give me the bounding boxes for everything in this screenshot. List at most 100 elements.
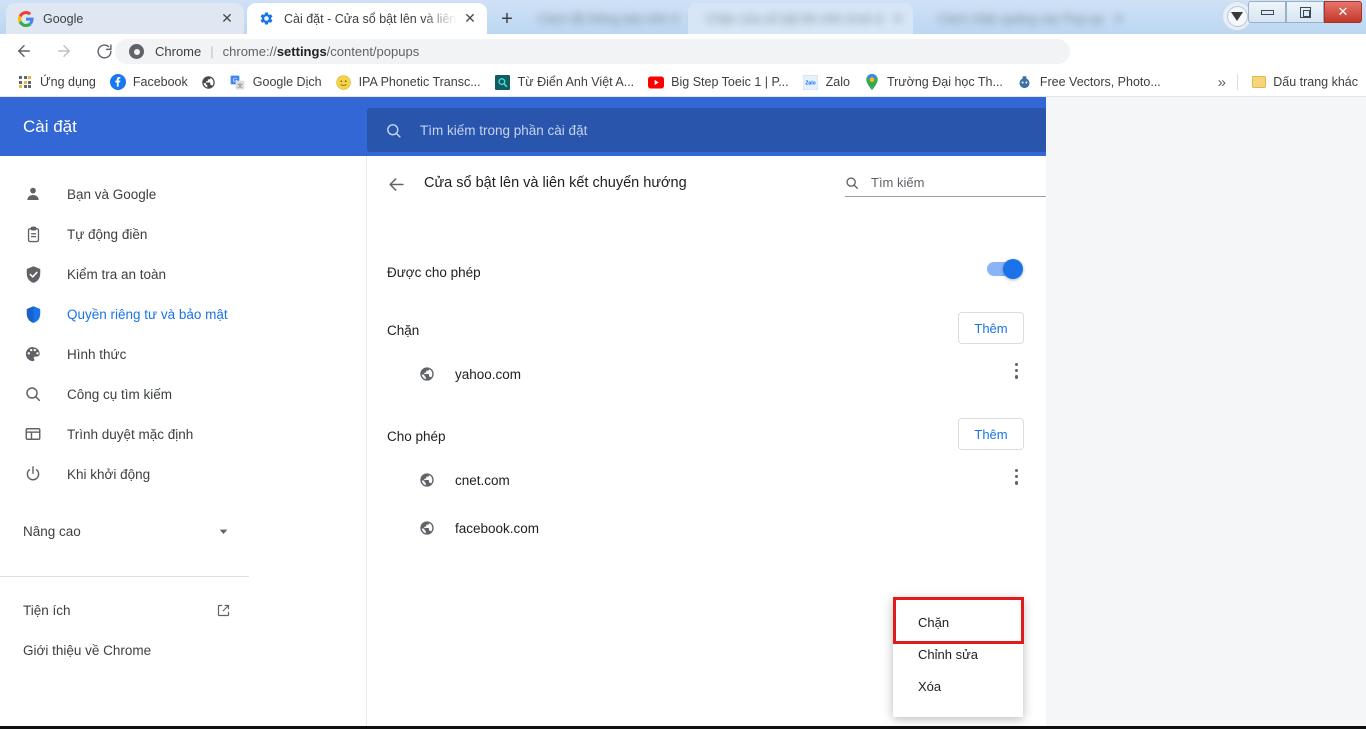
search-icon: [23, 384, 43, 404]
bookmark-dictionary[interactable]: Từ Điển Anh Việt A...: [488, 71, 642, 93]
allowed-toggle-switch[interactable]: [987, 259, 1023, 279]
sidebar-item-label: Khi khởi động: [67, 466, 151, 482]
close-button[interactable]: ✕: [1324, 1, 1362, 23]
detail-search-input[interactable]: Tìm kiếm: [845, 175, 1050, 197]
shield-icon: [23, 304, 43, 324]
back-arrow-icon[interactable]: [7, 34, 41, 68]
maximize-button[interactable]: [1286, 1, 1324, 23]
toggle-knob: [1003, 259, 1023, 279]
close-icon[interactable]: ✕: [218, 10, 236, 28]
bookmark-label: Free Vectors, Photo...: [1039, 75, 1161, 89]
site-name: cnet.com: [455, 472, 510, 488]
browser-tab-google[interactable]: Google ✕: [6, 3, 244, 34]
search-icon: [845, 176, 859, 190]
site-name: yahoo.com: [455, 366, 522, 382]
page-background-right: [1046, 97, 1366, 729]
google-icon: [18, 10, 34, 27]
close-icon[interactable]: ✕: [461, 10, 479, 28]
bookmark-ipa[interactable]: IPA Phonetic Transc...: [329, 71, 488, 93]
bookmark-label: Từ Điển Anh Việt A...: [517, 75, 635, 89]
sidebar-item-about-chrome[interactable]: Giới thiệu về Chrome: [0, 630, 366, 670]
bookmark-facebook[interactable]: Facebook: [103, 71, 195, 93]
svg-text:文: 文: [238, 82, 243, 89]
tab-title: Google: [43, 11, 84, 26]
back-arrow-icon[interactable]: [387, 175, 406, 194]
bookmark-globe[interactable]: [195, 71, 223, 93]
sidebar-item-default-browser[interactable]: Trình duyệt mặc định: [0, 414, 366, 454]
context-menu-item-block[interactable]: Chặn: [893, 606, 1023, 638]
minimize-button[interactable]: [1248, 1, 1286, 23]
sidebar-item-you-and-google[interactable]: Bạn và Google: [0, 174, 366, 214]
detail-header: Cửa sổ bật lên và liên kết chuyển hướng …: [367, 156, 1050, 214]
row-menu-button[interactable]: [1014, 363, 1018, 379]
table-row[interactable]: yahoo.com: [367, 350, 1046, 398]
bookmark-other-folder[interactable]: Dấu trang khác: [1252, 75, 1358, 89]
external-link-icon: [216, 603, 231, 618]
address-bar[interactable]: Chrome | chrome://settings/content/popup…: [115, 39, 1070, 64]
browser-icon: [23, 424, 43, 444]
gear-icon: [259, 11, 275, 27]
omnibox-divider: |: [210, 44, 214, 59]
bookmark-label: Ứng dụng: [40, 75, 96, 89]
bookmark-bigstep[interactable]: Big Step Toeic 1 | P...: [641, 71, 795, 93]
browser-tab-blurred-2[interactable]: Chặn cửa sổ bật lên trên trình d ✕: [688, 3, 913, 34]
row-menu-button[interactable]: [1014, 469, 1018, 485]
sidebar-item-privacy-and-security[interactable]: Quyền riêng tư và bảo mật: [0, 294, 366, 334]
table-row[interactable]: cnet.com: [367, 456, 1046, 504]
bookmark-label: Big Step Toeic 1 | P...: [671, 75, 789, 89]
bookmark-label: Facebook: [132, 75, 188, 89]
sidebar-item-label: Kiểm tra an toàn: [67, 266, 167, 282]
bookmark-apps[interactable]: Ứng dụng: [10, 71, 103, 93]
zalo-icon: Zalo: [803, 74, 819, 90]
browser-tab-settings[interactable]: Cài đặt - Cửa sổ bật lên và liên kế ✕: [247, 3, 487, 34]
bookmark-truong-dai-hoc[interactable]: Trường Đại học Th...: [857, 71, 1010, 93]
search-icon: [385, 122, 402, 139]
bookmark-free-vectors[interactable]: Free Vectors, Photo...: [1010, 71, 1168, 93]
bookmark-zalo[interactable]: Zalo Zalo: [796, 71, 857, 93]
sidebar-item-extensions[interactable]: Tiện ích: [0, 590, 366, 630]
window-controls: ✕: [1248, 1, 1362, 23]
omnibox-scheme-label: Chrome: [155, 44, 202, 59]
sidebar-item-safety-check[interactable]: Kiểm tra an toàn: [0, 254, 366, 294]
add-blocked-button[interactable]: Thêm: [958, 312, 1024, 344]
sidebar-item-search-engine[interactable]: Công cụ tìm kiếm: [0, 374, 366, 414]
chrome-icon: [129, 44, 144, 59]
bookmark-label: Trường Đại học Th...: [886, 75, 1003, 89]
settings-page: Cài đặt Tìm kiếm trong phần cài đặt Bạn …: [0, 97, 1366, 729]
svg-text:Zalo: Zalo: [805, 80, 815, 86]
close-icon[interactable]: ✕: [1113, 11, 1123, 26]
globe-icon: [419, 366, 435, 382]
bookmarks-overflow-button[interactable]: »: [1218, 74, 1226, 91]
context-menu-item-delete[interactable]: Xóa: [893, 670, 1023, 702]
row-context-menu: Chặn Chỉnh sửa Xóa: [893, 598, 1023, 717]
table-row[interactable]: facebook.com: [367, 504, 1046, 552]
sidebar-item-label: Giới thiệu về Chrome: [23, 642, 152, 658]
sidebar-item-on-startup[interactable]: Khi khởi động: [0, 454, 366, 494]
close-icon[interactable]: ✕: [893, 11, 903, 26]
tab-title: Cách chặn quảng cáo Pop-up: [938, 11, 1104, 26]
maps-pin-icon: [864, 74, 880, 90]
add-allowed-button[interactable]: Thêm: [958, 418, 1024, 450]
context-menu-item-edit[interactable]: Chỉnh sửa: [893, 638, 1023, 670]
globe-icon: [419, 520, 435, 536]
new-tab-button[interactable]: +: [493, 6, 521, 32]
sidebar-item-label: Hình thức: [67, 346, 127, 362]
sidebar-item-label: Tự động điền: [67, 226, 148, 242]
bookmark-google-dich[interactable]: G文 Google Dịch: [223, 71, 329, 93]
tab-title: Cách tắt thông báo trên tr: [538, 11, 680, 26]
browser-toolbar: Chrome | chrome://settings/content/popup…: [0, 34, 1366, 98]
tab-title: Cài đặt - Cửa sổ bật lên và liên kế: [284, 11, 457, 26]
sidebar-item-label: Tiện ích: [23, 602, 71, 618]
settings-search-input[interactable]: Tìm kiếm trong phần cài đặt: [367, 108, 1047, 152]
toggle-label: Được cho phép: [387, 264, 481, 280]
site-name: facebook.com: [455, 520, 540, 536]
sidebar-item-appearance[interactable]: Hình thức: [0, 334, 366, 374]
sidebar-item-label: Trình duyệt mặc định: [67, 426, 194, 442]
forward-arrow-icon[interactable]: [47, 34, 81, 68]
sidebar-item-advanced[interactable]: Nâng cao: [0, 511, 366, 551]
sidebar-item-autofill[interactable]: Tự động điền: [0, 214, 366, 254]
browser-tab-blurred-3[interactable]: Cách chặn quảng cáo Pop-up ✕: [928, 3, 1143, 34]
vector-icon: [1017, 74, 1033, 90]
yellow-circle-icon: [336, 74, 352, 90]
search-placeholder: Tìm kiếm trong phần cài đặt: [420, 122, 588, 138]
